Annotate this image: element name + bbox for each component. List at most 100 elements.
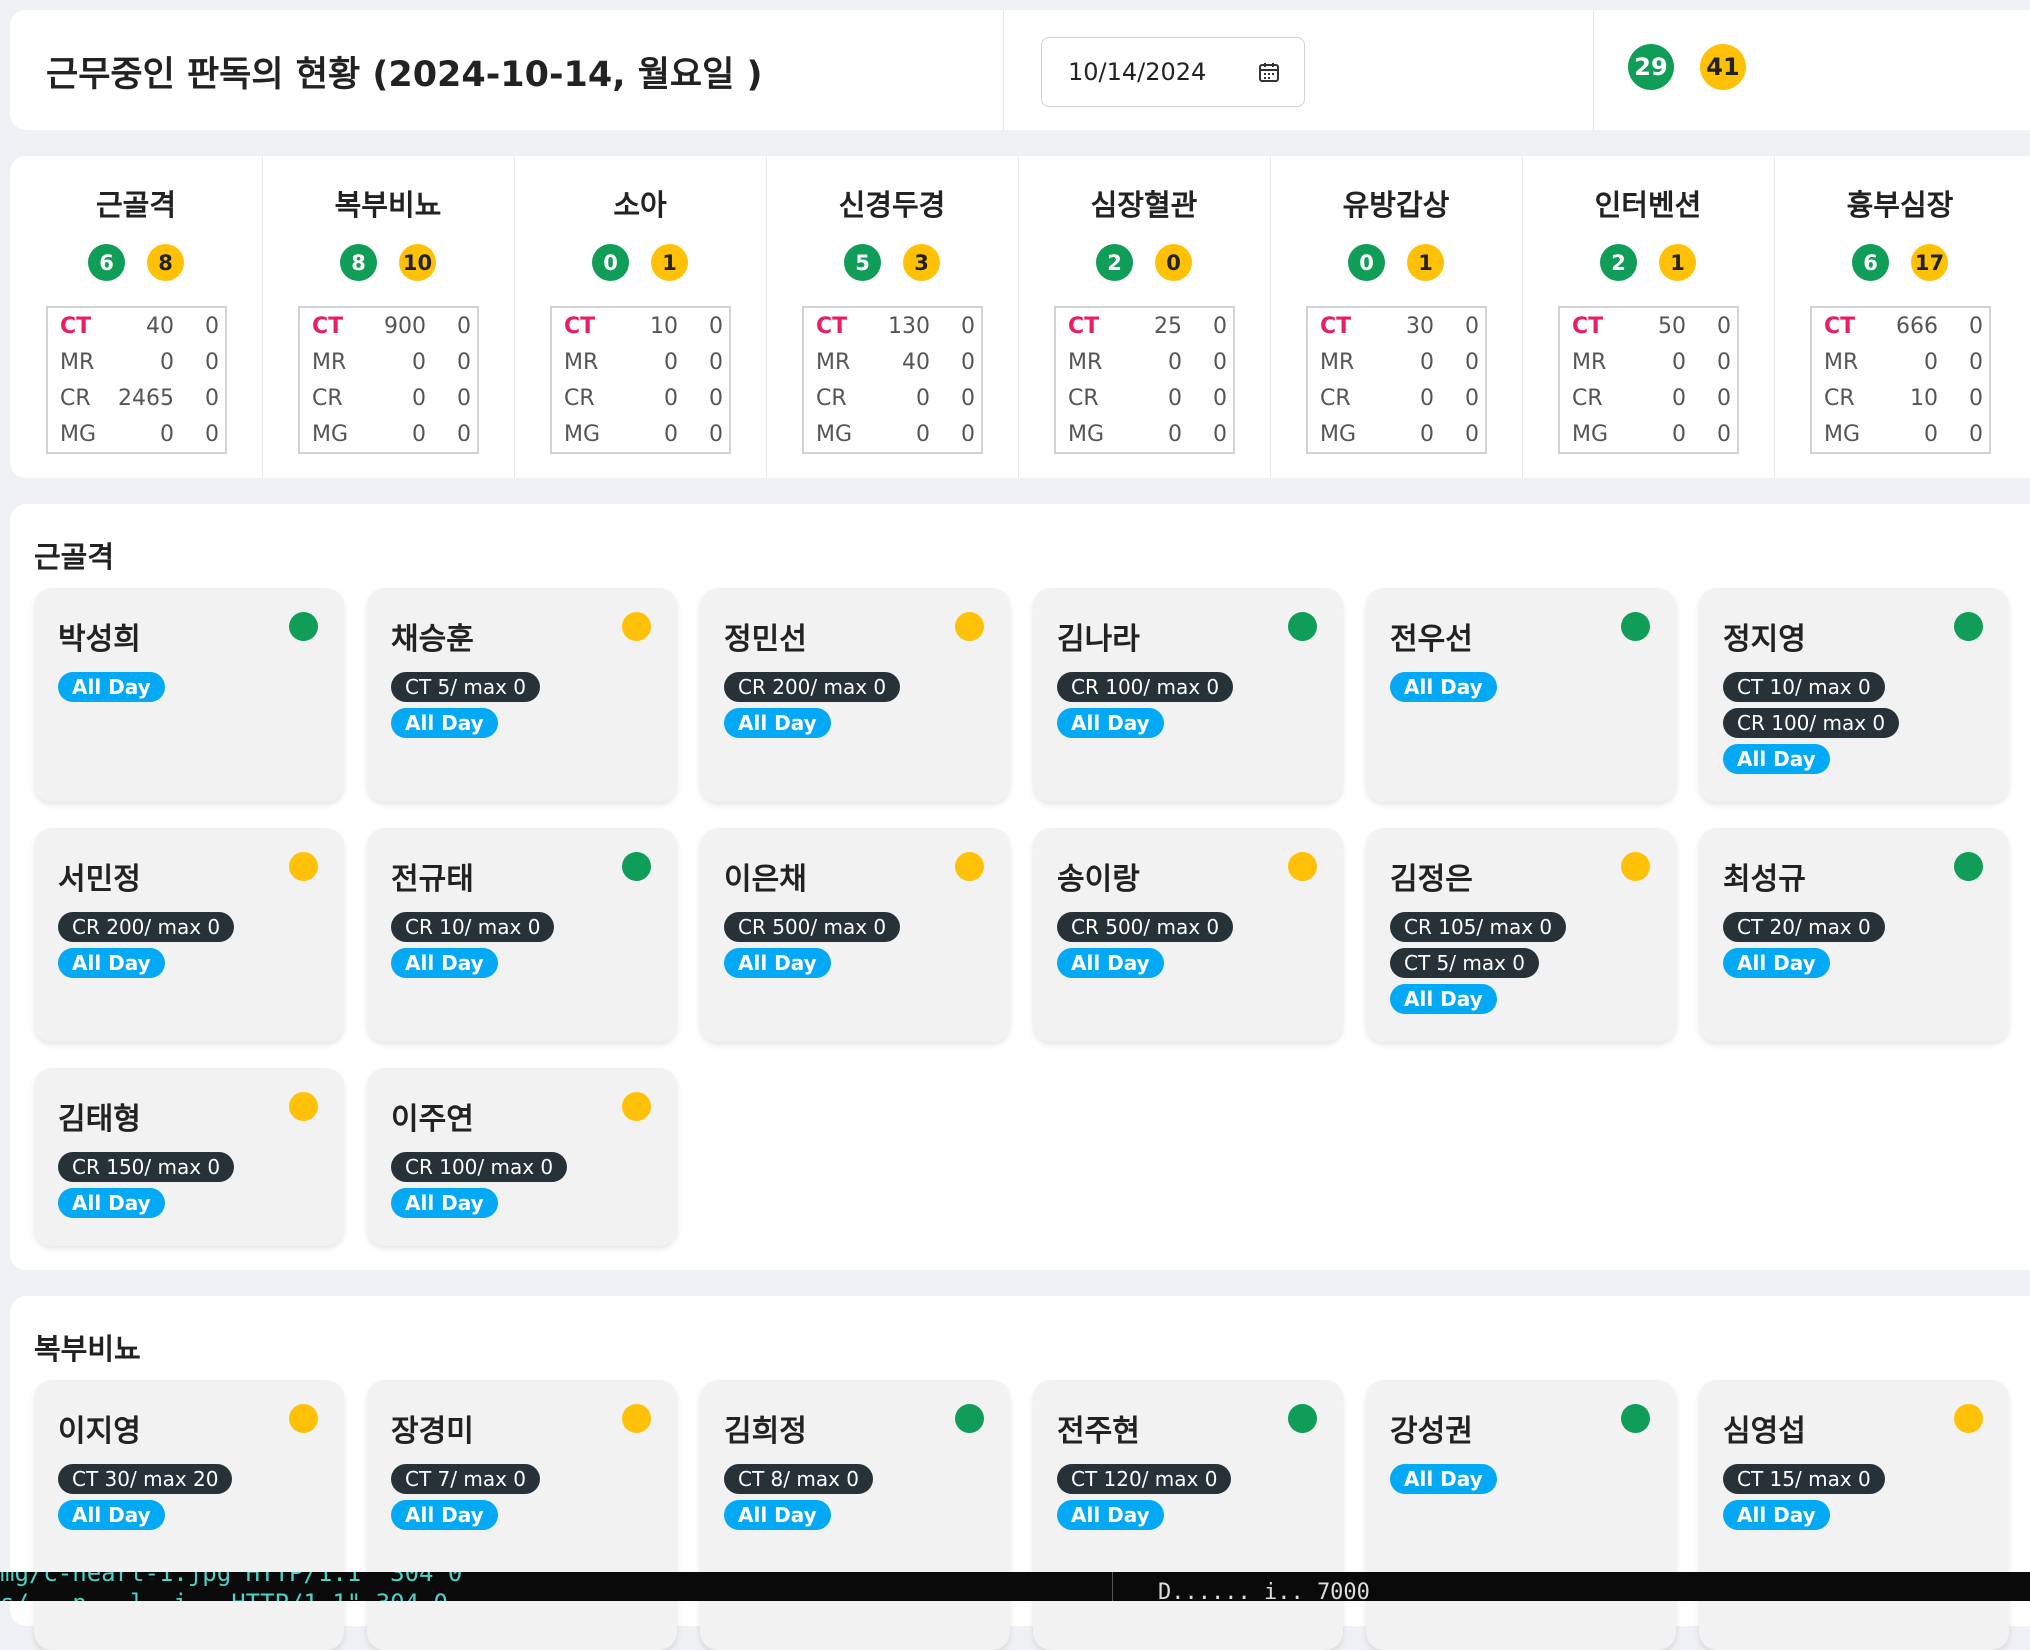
modality-row: CT 666 0: [1812, 308, 1989, 344]
modality-row: MG 0 0: [1560, 416, 1737, 452]
modality-label: CR: [1068, 385, 1099, 411]
doctor-card[interactable]: 김희정 CT 8/ max 0 All Day: [700, 1380, 1010, 1650]
doctor-card[interactable]: 서민정 CR 200/ max 0 All Day: [34, 828, 344, 1042]
modality-count: 0: [1924, 349, 1938, 375]
modality-count: 666: [1896, 313, 1938, 339]
modality-max: 0: [1465, 385, 1479, 411]
doctor-card[interactable]: 심영섭 CT 15/ max 0 All Day: [1699, 1380, 2009, 1650]
modality-label: CR: [816, 385, 847, 411]
modality-count: 0: [1168, 349, 1182, 375]
modality-label: CT: [1824, 313, 1856, 339]
modality-max: 0: [457, 385, 471, 411]
doctor-card[interactable]: 장경미 CT 7/ max 0 All Day: [367, 1380, 677, 1650]
modality-row: CT 30 0: [1308, 308, 1485, 344]
doctor-card[interactable]: 최성규 CT 20/ max 0 All Day: [1699, 828, 2009, 1042]
modality-count: 0: [1420, 349, 1434, 375]
all-day-badge: All Day: [391, 708, 498, 738]
modality-max: 0: [205, 349, 219, 375]
modality-table: CT 10 0 MR 0 0 CR 0 0 MG 0 0: [550, 306, 731, 454]
doctor-card[interactable]: 정지영 CT 10/ max 0 CR 100/ max 0 All Day: [1699, 588, 2009, 802]
doctor-card[interactable]: 김정은 CR 105/ max 0 CT 5/ max 0 All Day: [1366, 828, 1676, 1042]
modality-count: 0: [664, 421, 678, 447]
green-count-badge: 8: [340, 244, 377, 281]
modality-row: CR 0 0: [1056, 380, 1233, 416]
modality-label: MG: [1824, 421, 1861, 447]
modality-count: 25: [1154, 313, 1182, 339]
doctor-card[interactable]: 전규태 CR 10/ max 0 All Day: [367, 828, 677, 1042]
date-value: 10/14/2024: [1068, 58, 1207, 86]
status-dot-green: [1288, 612, 1317, 641]
modality-max: 0: [961, 421, 975, 447]
modality-row: MR 40 0: [804, 344, 981, 380]
modality-label: MG: [1572, 421, 1609, 447]
doctor-card[interactable]: 이지영 CT 30/ max 20 All Day: [34, 1380, 344, 1650]
header-divider: [1003, 10, 1004, 130]
modality-max: 0: [205, 421, 219, 447]
modality-label: MG: [60, 421, 97, 447]
column-divider: [1774, 156, 1775, 478]
status-dot-green: [1621, 612, 1650, 641]
green-count-badge: 2: [1096, 244, 1133, 281]
doctor-card[interactable]: 강성권 All Day: [1366, 1380, 1676, 1650]
department-badges: 21: [1522, 244, 1774, 281]
modality-max: 0: [1717, 349, 1731, 375]
doctor-card[interactable]: 김태형 CR 150/ max 0 All Day: [34, 1068, 344, 1246]
modality-count: 30: [1406, 313, 1434, 339]
doctor-name: 정민선: [724, 622, 807, 657]
modality-count: 0: [412, 421, 426, 447]
green-count-badge: 6: [1852, 244, 1889, 281]
modality-count: 0: [916, 385, 930, 411]
modality-row: CT 50 0: [1560, 308, 1737, 344]
assignment-chips: CT 5/ max 0 All Day: [391, 672, 541, 738]
calendar-icon[interactable]: [1258, 61, 1280, 87]
doctor-card[interactable]: 전우선 All Day: [1366, 588, 1676, 802]
terminal-divider: [1112, 1572, 1113, 1601]
modality-row: CR 0 0: [300, 380, 477, 416]
doctor-card[interactable]: 이주연 CR 100/ max 0 All Day: [367, 1068, 677, 1246]
department-badges: 01: [514, 244, 766, 281]
yellow-count-badge: 3: [903, 244, 940, 281]
modality-count: 40: [146, 313, 174, 339]
modality-max: 0: [961, 385, 975, 411]
doctor-card[interactable]: 채승훈 CT 5/ max 0 All Day: [367, 588, 677, 802]
department-summary-8: 흉부심장 6 17 CT 666 0 MR 0 0 CR 10 0 MG 0 0: [1774, 156, 2026, 478]
modality-max: 0: [709, 349, 723, 375]
workload-chip: CT 5/ max 0: [391, 672, 541, 702]
department-summary-1: 근골격 6 8 CT 40 0 MR 0 0 CR 2465 0 MG 0 0: [10, 156, 262, 478]
modality-max: 0: [709, 421, 723, 447]
doctor-card[interactable]: 김나라 CR 100/ max 0 All Day: [1033, 588, 1343, 802]
yellow-count-badge: 1: [1659, 244, 1696, 281]
status-dot-yellow: [289, 852, 318, 881]
doctor-card[interactable]: 전주현 CT 120/ max 0 All Day: [1033, 1380, 1343, 1650]
modality-max: 0: [1465, 313, 1479, 339]
green-count-badge: 2: [1600, 244, 1637, 281]
modality-row: CR 0 0: [1308, 380, 1485, 416]
modality-label: MR: [1068, 349, 1103, 375]
workload-chip: CR 10/ max 0: [391, 912, 555, 942]
modality-max: 0: [205, 385, 219, 411]
doctor-name: 정지영: [1723, 622, 1806, 657]
status-dot-yellow: [1621, 852, 1650, 881]
modality-row: MR 0 0: [1308, 344, 1485, 380]
modality-count: 0: [160, 421, 174, 447]
doctor-card[interactable]: 이은채 CR 500/ max 0 All Day: [700, 828, 1010, 1042]
all-day-badge: All Day: [1723, 948, 1830, 978]
modality-count: 0: [664, 349, 678, 375]
doctor-card[interactable]: 정민선 CR 200/ max 0 All Day: [700, 588, 1010, 802]
modality-row: CT 900 0: [300, 308, 477, 344]
section-title: 복부비뇨: [34, 1332, 141, 1366]
yellow-count-badge: 1: [1407, 244, 1444, 281]
assignment-chips: CR 500/ max 0 All Day: [1057, 912, 1234, 978]
status-dot-green: [622, 852, 651, 881]
doctor-card[interactable]: 송이랑 CR 500/ max 0 All Day: [1033, 828, 1343, 1042]
green-count-badge: 0: [1348, 244, 1385, 281]
assignment-chips: CR 10/ max 0 All Day: [391, 912, 555, 978]
doctor-card[interactable]: 박성희 All Day: [34, 588, 344, 802]
modality-count: 0: [1924, 421, 1938, 447]
modality-max: 0: [1717, 313, 1731, 339]
column-divider: [514, 156, 515, 478]
date-picker-input[interactable]: 10/14/2024: [1041, 37, 1305, 107]
workload-chip: CT 30/ max 20: [58, 1464, 233, 1494]
modality-table: CT 25 0 MR 0 0 CR 0 0 MG 0 0: [1054, 306, 1235, 454]
assignment-chips: All Day: [1390, 672, 1497, 702]
